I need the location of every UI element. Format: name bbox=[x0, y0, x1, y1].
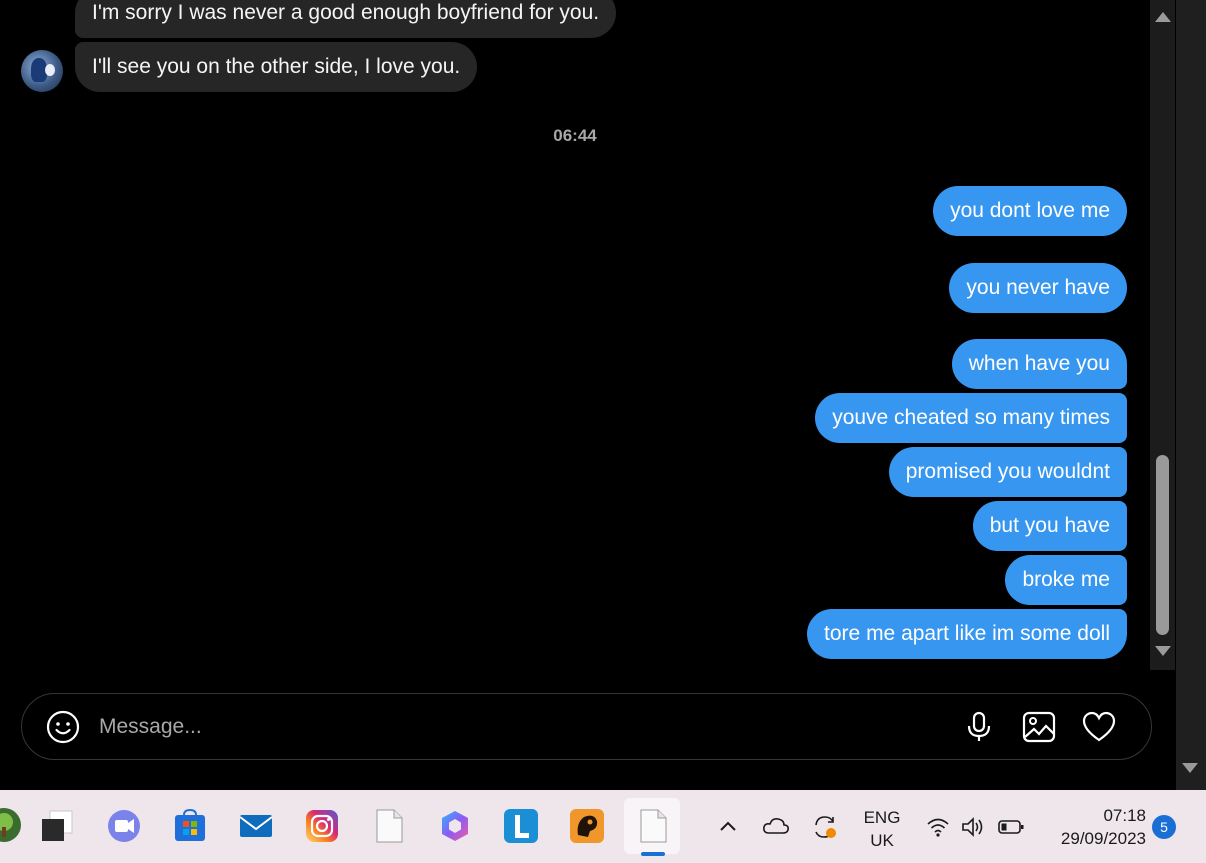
incoming-message: I'll see you on the other side, I love y… bbox=[75, 42, 478, 92]
heart-icon[interactable] bbox=[1082, 710, 1116, 744]
game-app-icon[interactable] bbox=[570, 809, 604, 843]
cloud-icon[interactable] bbox=[762, 816, 790, 836]
wifi-icon[interactable] bbox=[926, 816, 950, 838]
tree-app-icon[interactable] bbox=[0, 807, 22, 845]
scroll-up-arrow-icon[interactable] bbox=[1155, 12, 1171, 22]
image-icon[interactable] bbox=[1022, 710, 1056, 744]
message-input[interactable]: Message... bbox=[99, 694, 202, 759]
scrollbar-thumb[interactable] bbox=[1156, 455, 1169, 635]
teams-icon[interactable] bbox=[107, 809, 141, 843]
message-composer: Message... bbox=[21, 693, 1152, 760]
chat-scrollbar[interactable] bbox=[1150, 0, 1175, 670]
scroll-down-arrow-icon[interactable] bbox=[1155, 646, 1171, 656]
l-app-icon[interactable] bbox=[504, 809, 538, 843]
outgoing-message: promised you wouldnt bbox=[888, 447, 1127, 497]
avatar[interactable] bbox=[21, 50, 63, 92]
incoming-message: I'm sorry I was never a good enough boyf… bbox=[75, 0, 617, 38]
window-scroll-down-icon[interactable] bbox=[1182, 763, 1198, 773]
clock-time: 07:18 bbox=[1103, 806, 1146, 825]
sync-icon[interactable] bbox=[811, 814, 839, 840]
clock-date: 29/09/2023 bbox=[1060, 829, 1146, 848]
volume-icon[interactable] bbox=[960, 816, 986, 838]
battery-icon[interactable] bbox=[997, 818, 1025, 836]
outgoing-message: but you have bbox=[972, 501, 1127, 551]
outgoing-message: youve cheated so many times bbox=[815, 393, 1127, 443]
task-view-icon[interactable] bbox=[40, 809, 74, 843]
clock[interactable]: 07:18 29/09/2023 bbox=[1042, 804, 1146, 850]
mail-icon[interactable] bbox=[239, 809, 273, 843]
microphone-icon[interactable] bbox=[962, 710, 996, 744]
microsoft-store-icon[interactable] bbox=[173, 809, 207, 843]
active-app-indicator bbox=[641, 852, 665, 856]
file-icon[interactable] bbox=[372, 809, 406, 843]
chevron-up-icon[interactable] bbox=[718, 818, 738, 834]
timestamp: 06:44 bbox=[553, 126, 597, 145]
language-label: ENG bbox=[863, 808, 901, 827]
notification-badge[interactable]: 5 bbox=[1152, 815, 1176, 839]
instagram-icon[interactable] bbox=[305, 809, 339, 843]
chat-thread: I'm sorry I was never a good enough boyf… bbox=[0, 0, 1150, 670]
outgoing-message: when have you bbox=[951, 339, 1127, 389]
outgoing-message: you dont love me bbox=[933, 186, 1127, 236]
messaging-app: I'm sorry I was never a good enough boyf… bbox=[0, 0, 1176, 785]
taskbar: ENG UK 07:18 29/09/2023 bbox=[0, 790, 1206, 863]
outgoing-message: tore me apart like im some doll bbox=[807, 609, 1127, 659]
outgoing-message: you never have bbox=[949, 263, 1127, 313]
emoji-icon[interactable] bbox=[46, 710, 80, 744]
keyboard-layout-label: UK bbox=[870, 831, 894, 850]
active-file-icon[interactable] bbox=[636, 809, 670, 843]
language-indicator[interactable]: ENG UK bbox=[858, 806, 906, 852]
copilot-icon[interactable] bbox=[438, 809, 472, 843]
outgoing-message: broke me bbox=[1005, 555, 1127, 605]
window-scrollbar[interactable] bbox=[1176, 0, 1206, 790]
